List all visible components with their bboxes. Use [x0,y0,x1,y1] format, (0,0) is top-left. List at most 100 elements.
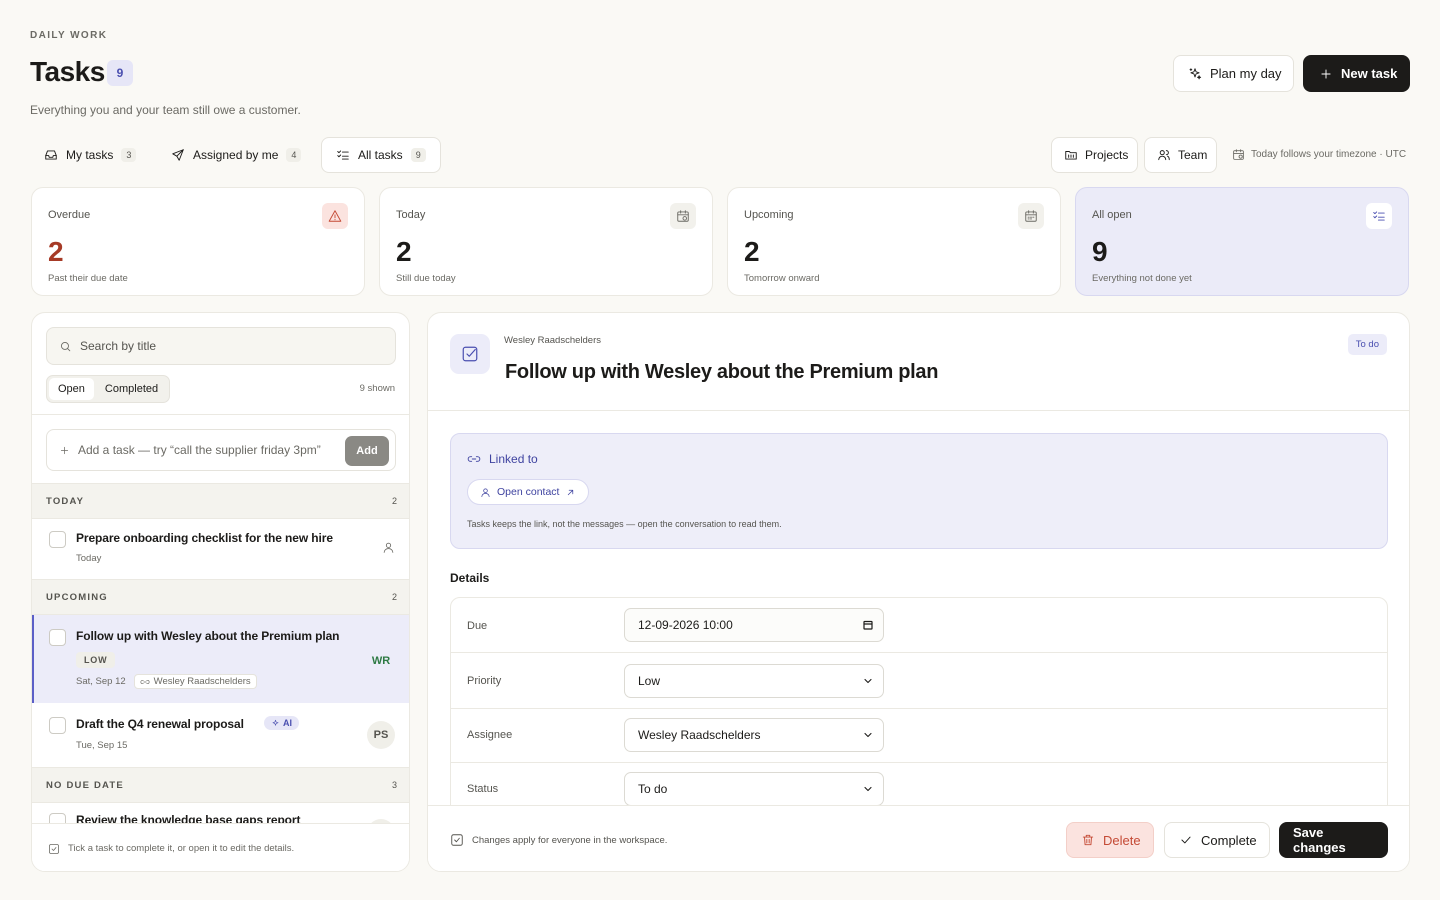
priority-select[interactable]: Low [624,664,884,698]
task-checkbox[interactable] [49,717,66,734]
group-count: 2 [391,496,397,506]
projects-button[interactable]: Projects [1051,137,1138,173]
chevron-down-icon [862,729,874,741]
complete-label: Complete [1201,832,1257,848]
task-due: Sat, Sep 12 [76,676,126,687]
task-due: Today [76,553,102,564]
field-label: Status [467,783,499,795]
timezone-label: Today follows your timezone · UTC [1251,149,1407,160]
footer-note-text: Changes apply for everyone in the worksp… [472,834,668,846]
check-icon [1179,833,1193,847]
field-label: Due [467,620,488,632]
search-icon [59,340,72,353]
tab-my-tasks[interactable]: My tasks 3 [30,137,150,173]
link-icon [467,452,481,466]
stat-label: All open [1092,209,1132,221]
stat-card-overdue[interactable]: Overdue 2 Past their due date [31,187,365,296]
stat-card-all-open[interactable]: All open 9 Everything not done yet [1075,187,1409,296]
calendar-icon[interactable] [862,619,874,631]
field-row-due: Due 12-09-2026 10:00 [451,598,1387,653]
task-due: Tue, Sep 15 [76,740,128,751]
due-datetime-input[interactable]: 12-09-2026 10:00 [624,608,884,642]
group-label: UPCOMING [46,591,108,603]
tab-all-tasks[interactable]: All tasks 9 [321,137,441,173]
save-changes-button[interactable]: Save changes [1279,822,1388,858]
group-header-upcoming: UPCOMING 2 [32,579,409,615]
task-row-selected[interactable]: Follow up with Wesley about the Premium … [32,615,409,703]
folder-icon [1064,148,1078,162]
tab-count: 3 [121,148,137,162]
stat-card-today[interactable]: Today 2 Still due today [379,187,713,296]
stat-subtext: Everything not done yet [1092,273,1192,284]
divider [428,410,1409,411]
open-contact-label: Open contact [497,486,560,498]
contact-chip[interactable]: Wesley Raadschelders [133,674,257,689]
plus-icon [1319,67,1333,81]
search-box[interactable] [46,327,396,365]
detail-contact: Wesley Raadschelders [504,335,601,346]
delete-button[interactable]: Delete [1066,822,1154,858]
linked-to-label: Linked to [489,452,538,466]
filter-completed[interactable]: Completed [96,378,167,400]
plan-my-day-button[interactable]: Plan my day [1173,55,1294,92]
list-footer-note: Tick a task to complete it, or open it t… [68,843,295,854]
add-task-button[interactable]: Add [345,436,389,466]
calendar-clock-icon [670,203,696,229]
page-eyebrow: DAILY WORK [30,30,108,41]
alert-triangle-icon [322,203,348,229]
plus-icon [59,445,70,456]
footer-note: Changes apply for everyone in the worksp… [450,833,667,847]
list-footer: Tick a task to complete it, or open it t… [32,823,409,871]
ai-badge: AI [264,716,299,730]
task-row[interactable]: Draft the Q4 renewal proposal AI Tue, Se… [32,703,409,767]
field-label: Priority [467,675,502,687]
task-title: Draft the Q4 renewal proposal [76,717,244,731]
due-value: 12-09-2026 10:00 [638,618,733,632]
trash-icon [1081,833,1095,847]
timezone-note: Today follows your timezone · UTC [1232,148,1406,161]
new-task-button[interactable]: New task [1303,55,1410,92]
group-count: 2 [391,592,397,602]
plan-my-day-label: Plan my day [1210,66,1282,81]
task-title: Prepare onboarding checklist for the new… [76,531,333,545]
status-select[interactable]: To do [624,772,884,806]
calendar-icon [1018,203,1044,229]
task-title: Follow up with Wesley about the Premium … [76,629,340,643]
task-check-icon [450,334,490,374]
task-checkbox[interactable] [49,531,66,548]
link-icon [140,677,150,687]
filter-open[interactable]: Open [49,378,94,400]
stat-label: Today [396,209,426,221]
assignee-select[interactable]: Wesley Raadschelders [624,718,884,752]
stat-subtext: Tomorrow onward [744,273,820,284]
team-button[interactable]: Team [1144,137,1217,173]
ai-badge-label: AI [283,718,292,728]
stat-card-upcoming[interactable]: Upcoming 2 Tomorrow onward [727,187,1061,296]
checkbox-icon [450,833,464,847]
tab-assigned-by-me[interactable]: Assigned by me 4 [157,137,315,173]
chevron-down-icon [862,675,874,687]
open-contact-button[interactable]: Open contact [467,479,590,505]
task-detail-panel: Wesley Raadschelders Follow up with Wesl… [427,312,1410,872]
calendar-clock-icon [1232,148,1245,161]
detail-title: Follow up with Wesley about the Premium … [505,361,939,383]
search-input[interactable] [80,339,360,353]
stat-value: 2 [396,236,412,267]
tab-label: Assigned by me [193,148,279,162]
new-task-label: New task [1341,66,1398,81]
quick-add-field[interactable]: Add a task — try “call the supplier frid… [46,429,396,471]
tab-count: 4 [286,148,302,162]
sparkles-icon [1188,67,1202,81]
page-subtitle: Everything you and your team still owe a… [30,103,301,117]
page-title: Tasks [30,56,105,87]
chevron-down-icon [862,783,874,795]
task-row[interactable]: Prepare onboarding checklist for the new… [32,519,409,579]
complete-button[interactable]: Complete [1164,822,1270,858]
group-header-today: TODAY 2 [32,483,409,519]
list-check-icon [1366,203,1392,229]
priority-chip: LOW [76,652,116,668]
checkbox-icon [48,843,60,855]
task-checkbox[interactable] [49,629,66,646]
linked-to-heading: Linked to [467,452,538,466]
user-icon [480,487,491,498]
